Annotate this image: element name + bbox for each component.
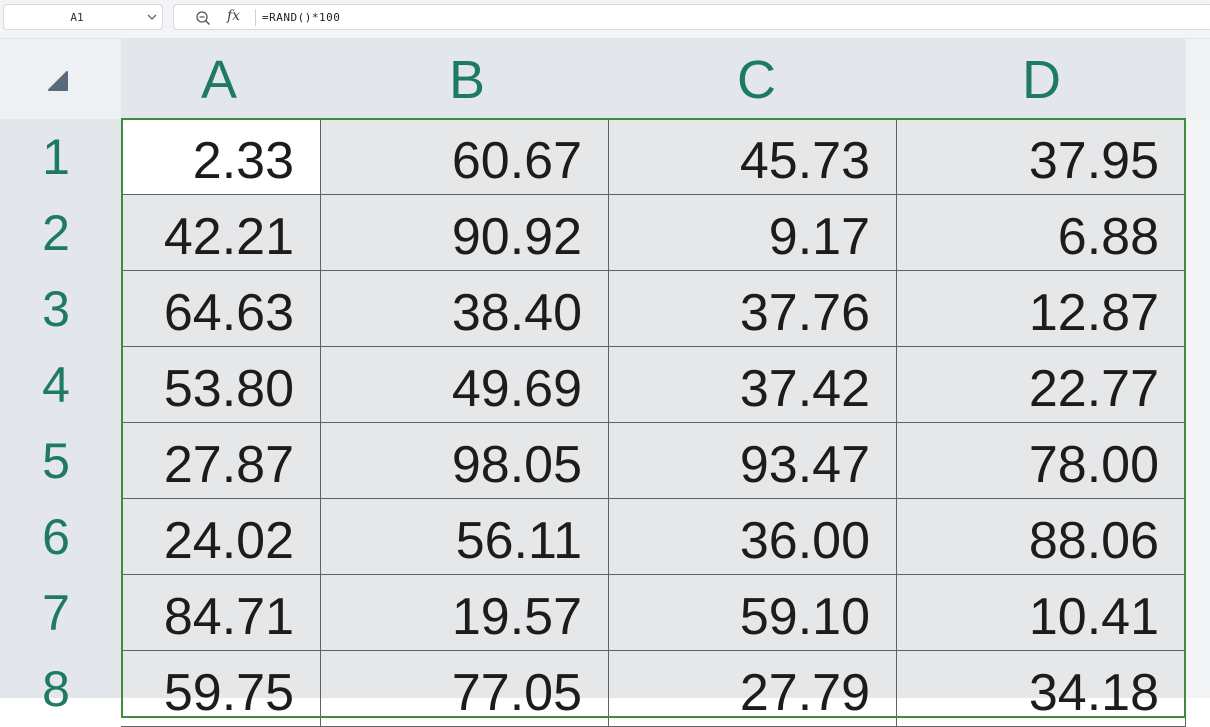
cell-d7[interactable]: 10.41 (897, 575, 1186, 651)
divider (255, 9, 256, 26)
cell-a4[interactable]: 53.80 (121, 347, 321, 423)
row-header-8[interactable]: 8 (0, 651, 112, 727)
row-header-6[interactable]: 6 (0, 499, 112, 575)
cell-a6[interactable]: 24.02 (121, 499, 321, 575)
cell-reference: A1 (70, 11, 84, 24)
row-header-5[interactable]: 5 (0, 423, 112, 499)
cell-c4[interactable]: 37.42 (609, 347, 897, 423)
column-header-c[interactable]: C (609, 39, 897, 119)
cell-grid: 2.33 60.67 45.73 37.95 42.21 90.92 9.17 6.88 64.… (121, 119, 1186, 727)
column-header-tail (1186, 39, 1210, 119)
cell-b6[interactable]: 56.11 (321, 499, 609, 575)
chevron-down-icon[interactable] (146, 10, 158, 24)
column-header-d[interactable]: D (897, 39, 1186, 119)
cell-a3[interactable]: 64.63 (121, 271, 321, 347)
cell-a5[interactable]: 27.87 (121, 423, 321, 499)
cell-d5[interactable]: 78.00 (897, 423, 1186, 499)
row-header-2[interactable]: 2 (0, 195, 112, 271)
cell-c8[interactable]: 27.79 (609, 651, 897, 727)
row-header-7[interactable]: 7 (0, 575, 112, 651)
cell-b4[interactable]: 49.69 (321, 347, 609, 423)
name-box[interactable]: A1 (3, 4, 163, 30)
cell-b2[interactable]: 90.92 (321, 195, 609, 271)
zoom-icon[interactable] (195, 10, 211, 26)
row-header-1[interactable]: 1 (0, 119, 112, 195)
cell-d8[interactable]: 34.18 (897, 651, 1186, 727)
column-header-b[interactable]: B (321, 39, 609, 119)
formula-input[interactable]: =RAND()*100 (262, 11, 340, 24)
row-header-3[interactable]: 3 (0, 271, 112, 347)
cell-d4[interactable]: 22.77 (897, 347, 1186, 423)
formula-bar: A1 fx =RAND()*100 (0, 0, 1210, 39)
select-all-triangle-icon[interactable] (46, 69, 70, 93)
grid-right-tail (1186, 119, 1210, 698)
cell-d3[interactable]: 12.87 (897, 271, 1186, 347)
cell-b8[interactable]: 77.05 (321, 651, 609, 727)
cell-b3[interactable]: 38.40 (321, 271, 609, 347)
cell-d1[interactable]: 37.95 (897, 119, 1186, 195)
cell-a8[interactable]: 59.75 (121, 651, 321, 727)
cell-c1[interactable]: 45.73 (609, 119, 897, 195)
formula-area: fx =RAND()*100 (173, 4, 1210, 30)
cell-a2[interactable]: 42.21 (121, 195, 321, 271)
select-all-corner[interactable] (0, 39, 121, 119)
cell-b5[interactable]: 98.05 (321, 423, 609, 499)
fx-icon[interactable]: fx (227, 8, 240, 24)
cell-c2[interactable]: 9.17 (609, 195, 897, 271)
cell-a1[interactable]: 2.33 (121, 119, 321, 195)
cell-b1[interactable]: 60.67 (321, 119, 609, 195)
column-header-label: D (1022, 50, 1061, 110)
column-header-label: B (449, 50, 486, 110)
cell-d2[interactable]: 6.88 (897, 195, 1186, 271)
cell-c5[interactable]: 93.47 (609, 423, 897, 499)
cell-d6[interactable]: 88.06 (897, 499, 1186, 575)
cell-b7[interactable]: 19.57 (321, 575, 609, 651)
column-header-label: C (737, 50, 776, 110)
column-header-a[interactable]: A (121, 39, 321, 119)
row-header-4[interactable]: 4 (0, 347, 112, 423)
cell-c3[interactable]: 37.76 (609, 271, 897, 347)
cell-c6[interactable]: 36.00 (609, 499, 897, 575)
cell-a7[interactable]: 84.71 (121, 575, 321, 651)
column-header-label: A (201, 50, 238, 110)
cell-c7[interactable]: 59.10 (609, 575, 897, 651)
